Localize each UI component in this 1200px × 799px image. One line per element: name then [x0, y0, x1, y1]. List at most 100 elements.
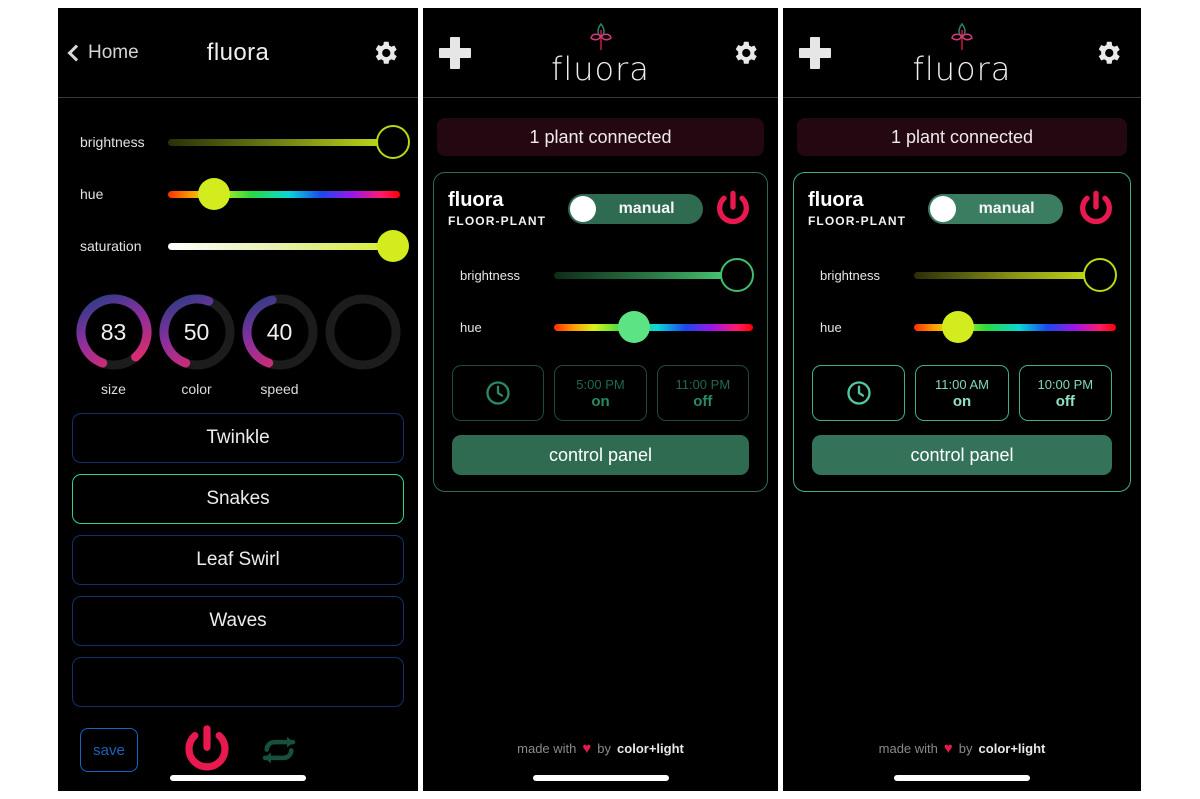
dial-empty-ring [323, 292, 403, 372]
clock-icon [484, 379, 512, 407]
brand-logo: fluora [783, 18, 1141, 88]
home-indicator [170, 775, 306, 781]
schedule-on-time: 11:00 AM [935, 376, 989, 392]
dial-group: 83 size 50 color 40 speed [58, 272, 418, 397]
effect-button-twinkle[interactable]: Twinkle [72, 413, 404, 463]
schedule-off-state: off [1055, 392, 1075, 410]
card-hue-row: hue [448, 301, 753, 353]
toggle-knob [570, 196, 597, 222]
dial-size-label: size [101, 381, 126, 397]
effect-label: Snakes [206, 488, 270, 509]
footer-by: by [958, 741, 973, 756]
control-panel-button[interactable]: control panel [812, 435, 1112, 475]
effect-button-partial[interactable] [72, 657, 404, 707]
hue-slider[interactable] [914, 311, 1116, 343]
status-badge: 1 plant connected [437, 118, 764, 156]
page-title: fluora [206, 38, 270, 66]
power-icon[interactable] [713, 189, 753, 229]
mode-toggle[interactable]: manual [928, 194, 1064, 224]
schedule-off-button[interactable]: 11:00 PM off [656, 365, 749, 421]
control-panel-label: control panel [910, 444, 1014, 465]
schedule-on-state: on [591, 392, 610, 410]
dial-empty-value [323, 292, 403, 372]
dial-color-value: 50 [183, 318, 210, 345]
dial-color[interactable]: 50 color [157, 292, 237, 397]
effect-button-snakes[interactable]: Snakes [72, 474, 404, 524]
power-icon[interactable] [1076, 189, 1116, 229]
brightness-label: brightness [460, 267, 520, 283]
hue-label: hue [80, 186, 104, 202]
dial-size-ring: 83 [74, 292, 154, 372]
dial-speed[interactable]: 40 speed [240, 292, 320, 397]
effect-button-waves[interactable]: Waves [72, 596, 404, 646]
brightness-thumb[interactable] [720, 258, 755, 292]
plant-sliders: brightness hue [808, 249, 1117, 353]
footer-prefix: made with [517, 741, 577, 756]
saturation-slider-row: saturation [58, 220, 418, 272]
schedule-on-button[interactable]: 11:00 AM on [915, 365, 1009, 421]
clock-icon [845, 379, 873, 407]
hue-label: hue [460, 319, 482, 335]
schedule-on-time: 5:00 PM [576, 376, 625, 392]
power-icon[interactable] [180, 723, 234, 777]
effect-label: Waves [209, 610, 267, 631]
saturation-slider[interactable] [168, 230, 410, 262]
phone-panel-2: fluora 1 plant connected fluora FLOOR-PL… [423, 8, 778, 791]
plant-card-header: fluora FLOOR-PLANT manual [448, 189, 753, 229]
footer-credit: made with ♥ by color+light [783, 740, 1141, 757]
phone-panel-3: fluora 1 plant connected fluora FLOOR-PL… [783, 8, 1141, 791]
brightness-label: brightness [820, 267, 880, 283]
effect-label: Leaf Swirl [196, 549, 280, 570]
hue-thumb[interactable] [617, 311, 650, 343]
saturation-thumb[interactable] [377, 230, 410, 262]
heart-icon: ♥ [943, 740, 953, 757]
brightness-thumb[interactable] [1082, 258, 1117, 292]
toggle-knob [930, 196, 957, 222]
save-button[interactable]: save [80, 728, 138, 772]
control-panel-label: control panel [548, 444, 653, 465]
plant-identity: fluora FLOOR-PLANT [448, 190, 546, 229]
home-indicator [894, 775, 1030, 781]
schedule-on-button[interactable]: 5:00 PM on [554, 365, 647, 421]
panel3-navbar: fluora [783, 8, 1141, 98]
footer-brand: color+light [978, 741, 1046, 756]
control-panel-button[interactable]: control panel [452, 435, 749, 475]
dial-speed-value: 40 [266, 318, 293, 345]
dial-color-label: color [181, 381, 212, 397]
dial-size[interactable]: 83 size [74, 292, 154, 397]
plant-identity: fluora FLOOR-PLANT [808, 189, 906, 229]
brightness-slider[interactable] [168, 125, 411, 159]
hue-slider-row: hue [58, 168, 418, 220]
gear-icon[interactable] [1093, 38, 1123, 68]
gear-icon[interactable] [730, 38, 760, 68]
effect-label: Twinkle [206, 427, 270, 448]
save-label: save [93, 741, 125, 759]
refresh-icon[interactable] [258, 729, 300, 771]
hue-thumb[interactable] [198, 178, 231, 210]
brightness-slider[interactable] [914, 258, 1117, 292]
status-badge: 1 plant connected [797, 118, 1127, 156]
plant-name: fluora [808, 189, 864, 211]
schedule-off-button[interactable]: 10:00 PM off [1018, 365, 1112, 421]
brightness-slider[interactable] [554, 258, 755, 292]
brightness-label: brightness [80, 134, 145, 150]
hue-slider[interactable] [554, 311, 753, 343]
schedule-clock-button[interactable] [452, 365, 545, 421]
dial-empty[interactable] [323, 292, 403, 381]
mode-toggle[interactable]: manual [568, 194, 704, 224]
footer-credit: made with ♥ by color+light [423, 740, 778, 757]
home-indicator [532, 775, 669, 781]
effect-button-leaf-swirl[interactable]: Leaf Swirl [72, 535, 404, 585]
plant-sliders: brightness hue [448, 249, 755, 353]
brightness-thumb[interactable] [376, 125, 411, 159]
dial-color-ring: 50 [157, 292, 237, 372]
hue-thumb[interactable] [942, 311, 975, 343]
plant-card: fluora FLOOR-PLANT manual brightness hue… [793, 172, 1131, 492]
schedule-row: 11:00 AM on 10:00 PM off [808, 365, 1116, 421]
sprout-icon [946, 20, 978, 56]
schedule-clock-button[interactable] [812, 365, 906, 421]
footer-by: by [597, 741, 612, 756]
footer-prefix: made with [878, 741, 938, 756]
hue-slider[interactable] [168, 178, 400, 210]
gear-icon[interactable] [370, 38, 400, 68]
